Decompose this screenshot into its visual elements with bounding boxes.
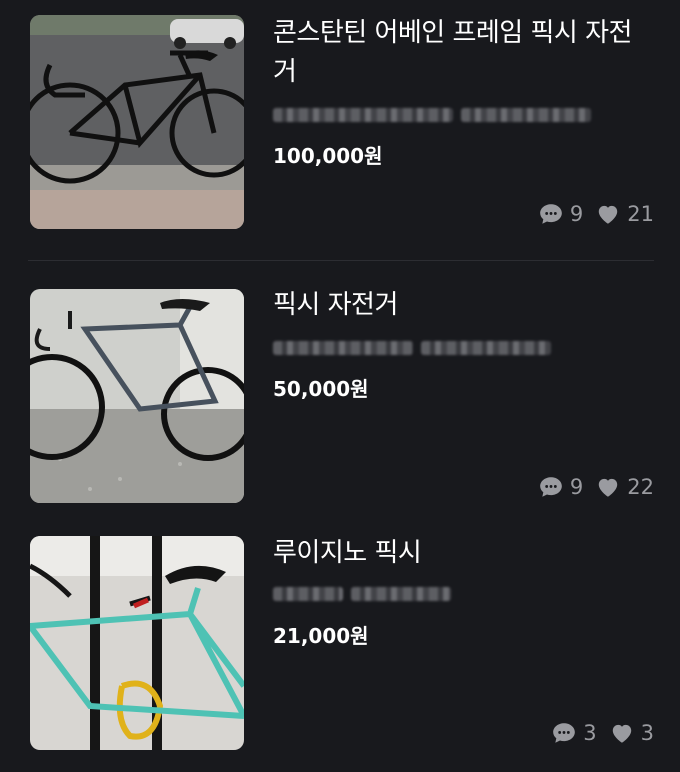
listing-price: 100,000원 <box>273 144 383 168</box>
listing-thumbnail[interactable] <box>30 15 244 229</box>
comment-count: 9 <box>569 475 584 499</box>
heart-icon <box>599 478 618 497</box>
like-count: 21 <box>627 202 654 226</box>
listing-location-time <box>273 339 551 357</box>
listing-stats: 9 21 <box>538 201 654 227</box>
heart-icon <box>612 724 631 743</box>
chat-bubble-icon <box>540 477 562 497</box>
listing-stats: 3 3 <box>551 720 654 746</box>
chat-bubble-icon <box>540 204 562 224</box>
like-count: 22 <box>627 475 654 499</box>
listing-thumbnail[interactable] <box>30 536 244 750</box>
listing-title[interactable]: 픽시 자전거 <box>273 286 653 325</box>
listing-item[interactable]: 콘스탄틴 어베인 프레임 픽시 자전거 100,000원 9 21 <box>0 0 680 260</box>
comment-count: 9 <box>569 202 584 226</box>
listing-divider <box>28 260 654 261</box>
listing-stats: 9 22 <box>538 474 654 500</box>
listing-thumbnail[interactable] <box>30 289 244 503</box>
comment-count: 3 <box>583 721 597 745</box>
listing-location-time <box>273 585 451 603</box>
listing-title[interactable]: 콘스탄틴 어베인 프레임 픽시 자전거 <box>273 14 653 92</box>
listing-location-time <box>273 106 591 124</box>
listing-item[interactable]: 루이지노 픽시 21,000원 3 3 <box>0 522 680 772</box>
like-count: 3 <box>640 721 654 745</box>
listing-price: 50,000원 <box>273 377 369 401</box>
listing-price: 21,000원 <box>273 624 369 648</box>
listing-title[interactable]: 루이지노 픽시 <box>273 534 653 573</box>
listing-item[interactable]: 픽시 자전거 50,000원 9 22 <box>0 275 680 520</box>
heart-icon <box>599 205 618 224</box>
chat-bubble-icon <box>553 723 576 743</box>
